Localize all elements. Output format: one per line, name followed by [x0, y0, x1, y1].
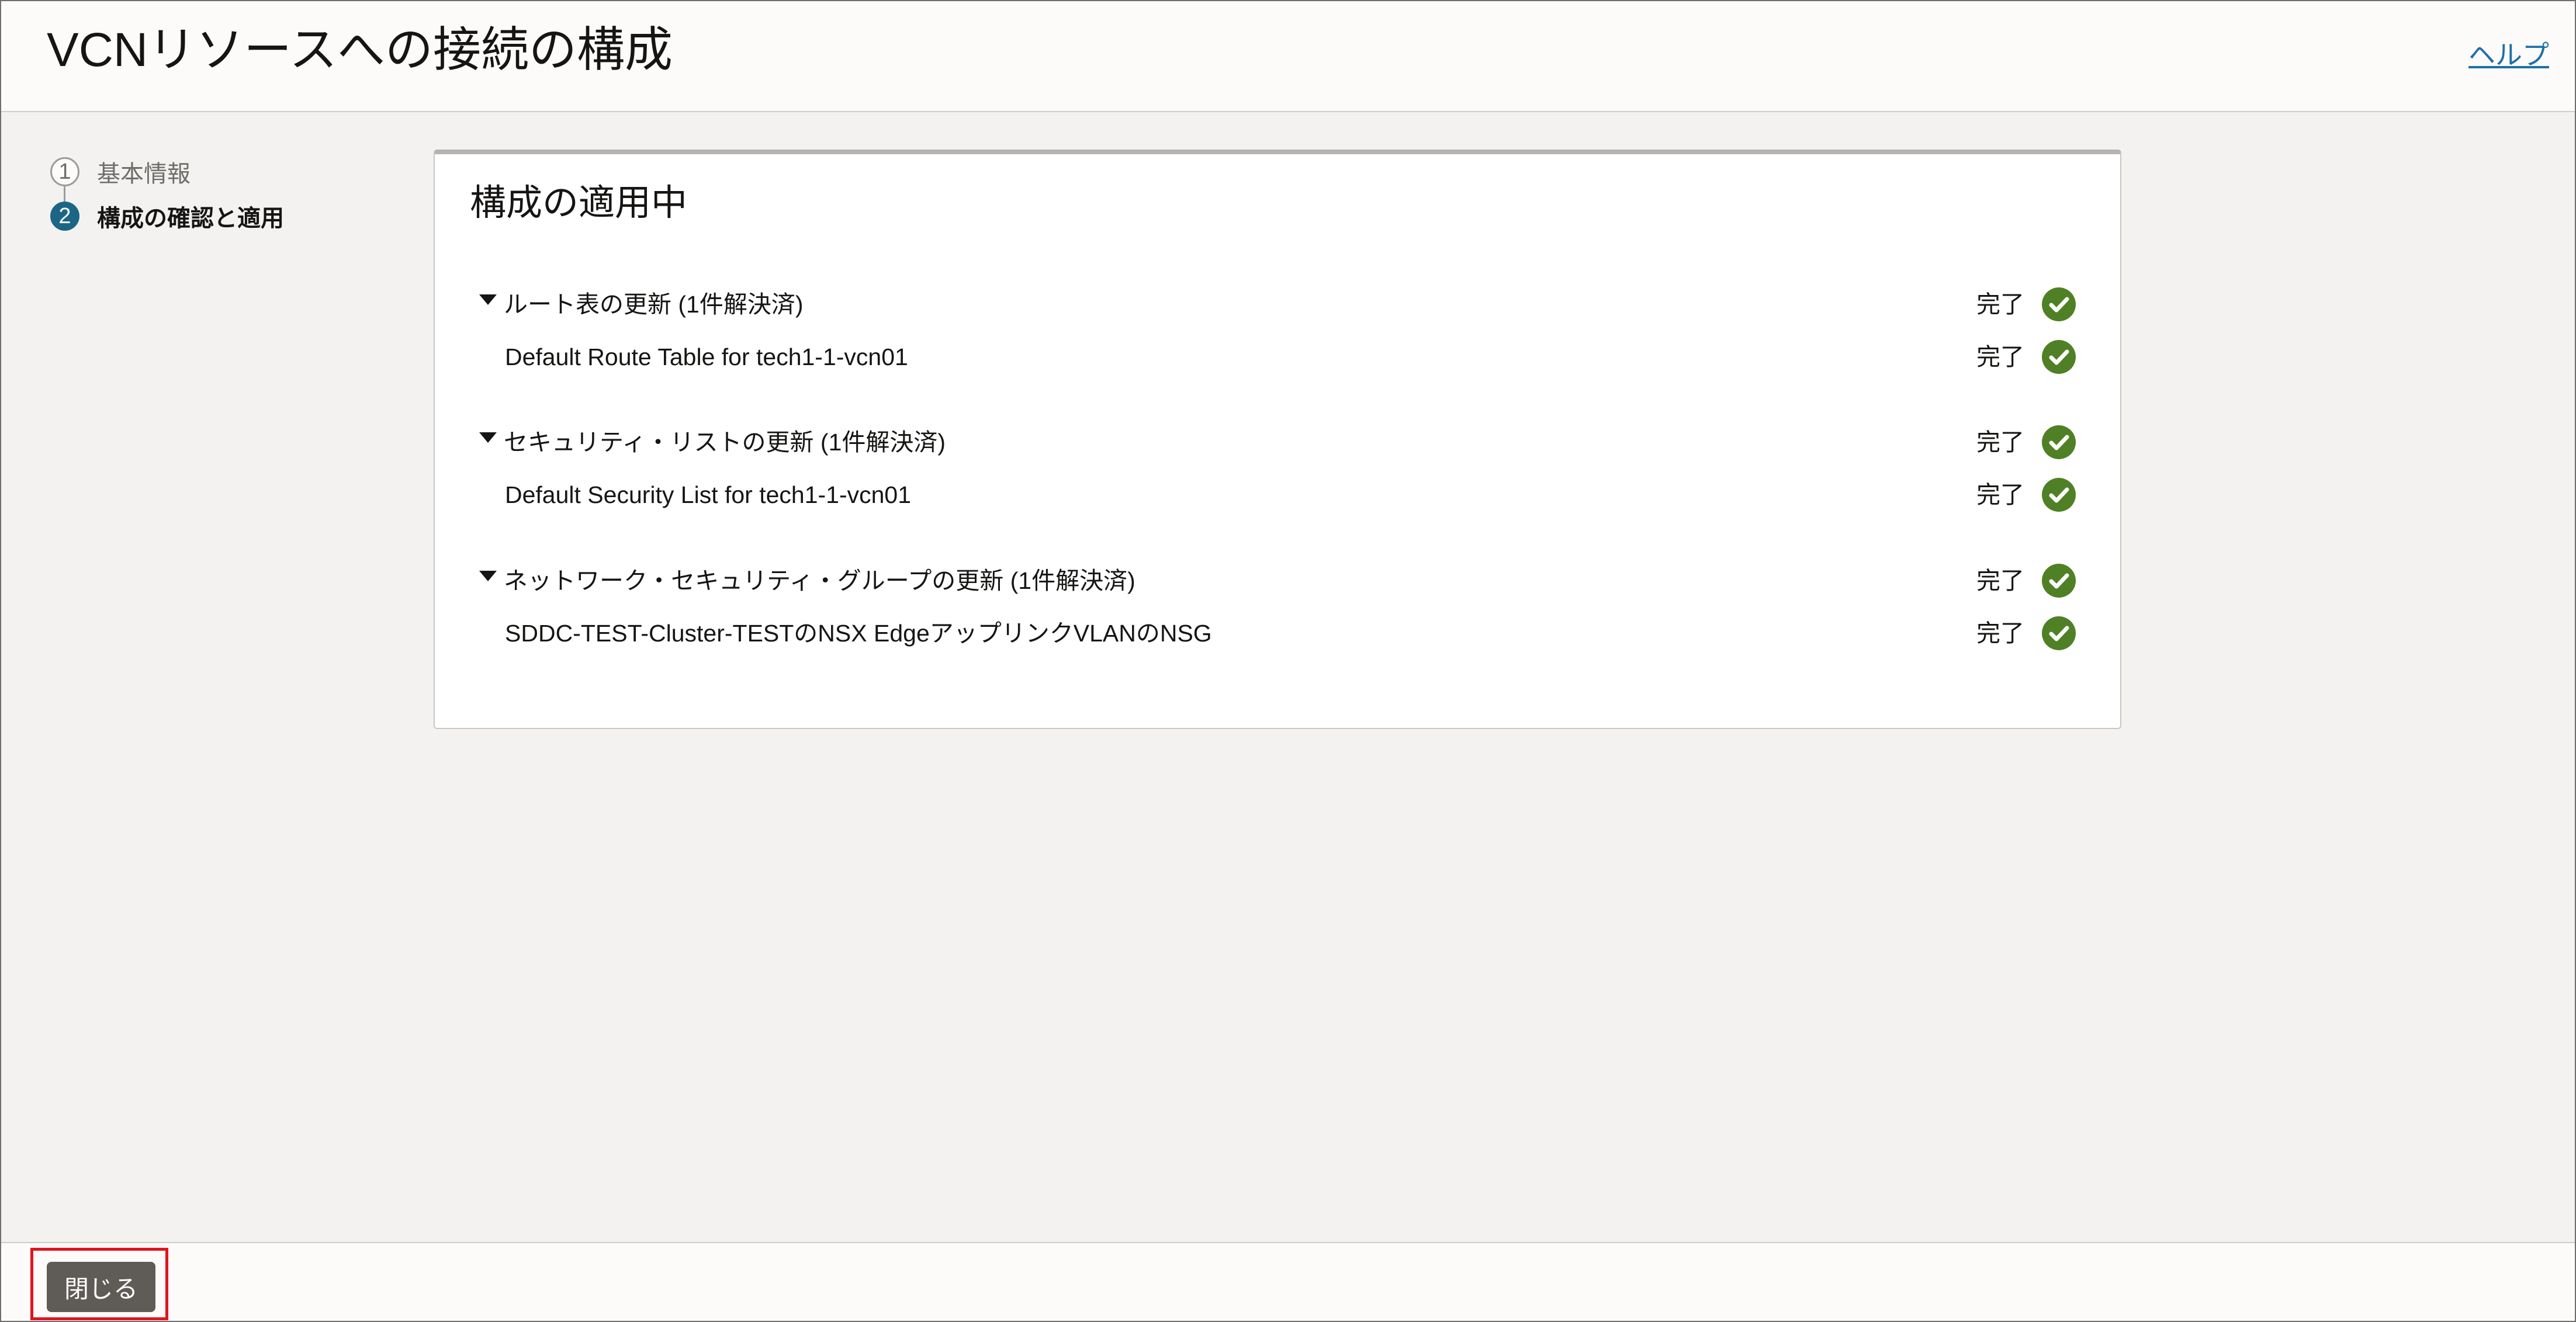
group-label: ネットワーク・セキュリティ・グループの更新 (1件解決済) [504, 567, 1135, 594]
group-route-tables[interactable]: ルート表の更新 (1件解決済) 完了 [435, 280, 2120, 327]
caret-down-icon[interactable] [479, 571, 497, 581]
check-circle-icon [2042, 616, 2076, 650]
step-label: 構成の確認と適用 [97, 206, 284, 231]
step-number: 2 [50, 202, 79, 231]
wizard-steps: 1 基本情報 2 構成の確認と適用 [50, 150, 284, 238]
status-text: 完了 [1976, 291, 2024, 318]
group-label: ルート表の更新 (1件解決済) [504, 291, 804, 318]
page-header: VCNリソースへの接続の構成 ヘルプ [1, 1, 2575, 112]
item-route-table: Default Route Table for tech1-1-vcn01 完了 [435, 333, 2120, 380]
step-basic-info[interactable]: 1 基本情報 [50, 150, 284, 202]
check-circle-icon [2042, 340, 2076, 374]
check-circle-icon [2042, 287, 2076, 321]
status-text: 完了 [1976, 343, 2024, 370]
apply-progress-panel: 構成の適用中 ルート表の更新 (1件解決済) 完了 Default Route … [434, 150, 2121, 729]
check-circle-icon [2042, 564, 2076, 598]
app-window: VCNリソースへの接続の構成 ヘルプ 1 基本情報 2 構成の確認と適用 構成の… [0, 0, 2576, 1322]
status-text: 完了 [1976, 481, 2024, 508]
group-network-security-groups[interactable]: ネットワーク・セキュリティ・グループの更新 (1件解決済) 完了 [435, 557, 2120, 603]
close-button[interactable]: 閉じる [47, 1262, 155, 1312]
item-label: Default Security List for tech1-1-vcn01 [505, 481, 912, 508]
item-label: Default Route Table for tech1-1-vcn01 [505, 343, 908, 370]
caret-down-icon[interactable] [479, 294, 497, 305]
item-network-security-group: SDDC-TEST-Cluster-TESTのNSX EdgeアップリンクVLA… [435, 609, 2120, 656]
group-label: セキュリティ・リストの更新 (1件解決済) [504, 429, 946, 456]
page-footer: 閉じる [1, 1242, 2575, 1321]
status-text: 完了 [1976, 620, 2024, 647]
page-title: VCNリソースへの接続の構成 [47, 23, 673, 77]
step-review-apply[interactable]: 2 構成の確認と適用 [50, 194, 284, 238]
status-text: 完了 [1976, 429, 2024, 456]
check-circle-icon [2042, 478, 2076, 512]
group-security-lists[interactable]: セキュリティ・リストの更新 (1件解決済) 完了 [435, 418, 2120, 465]
status-text: 完了 [1976, 567, 2024, 594]
panel-title: 構成の適用中 [470, 183, 688, 223]
help-link[interactable]: ヘルプ [2468, 34, 2549, 72]
caret-down-icon[interactable] [479, 432, 497, 443]
item-label: SDDC-TEST-Cluster-TESTのNSX EdgeアップリンクVLA… [505, 620, 1212, 647]
item-security-list: Default Security List for tech1-1-vcn01 … [435, 471, 2120, 518]
step-number: 1 [50, 157, 79, 186]
step-label: 基本情報 [97, 161, 191, 187]
check-circle-icon [2042, 425, 2076, 459]
